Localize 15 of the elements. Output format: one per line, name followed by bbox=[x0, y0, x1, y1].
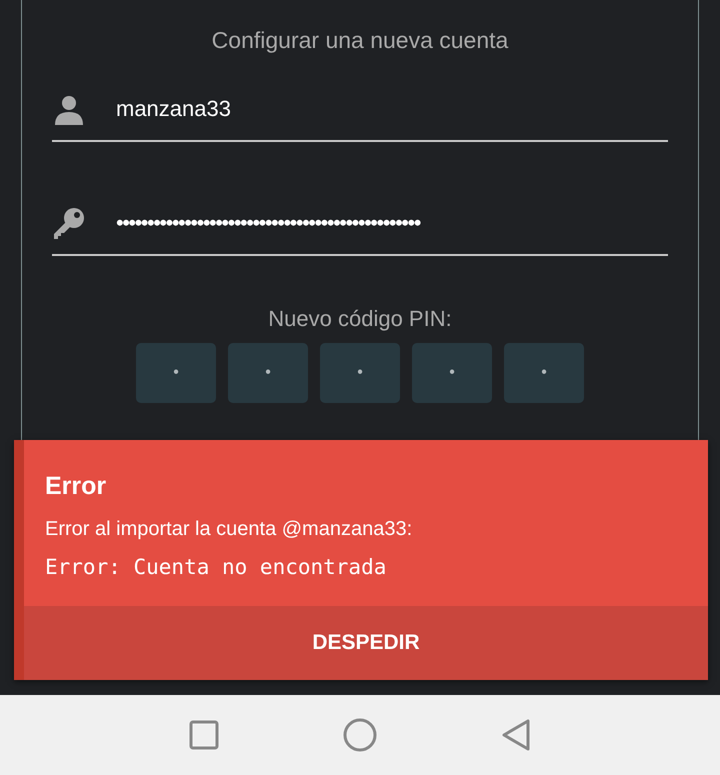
pin-digit-field[interactable]: • bbox=[320, 342, 400, 402]
key-icon bbox=[52, 206, 86, 240]
pin-digit-field[interactable]: • bbox=[228, 342, 308, 402]
error-message: Error al importar la cuenta @manzana33: bbox=[44, 516, 414, 542]
pin-digit-field[interactable]: • bbox=[412, 342, 492, 402]
pin-label: Nuevo código PIN: bbox=[267, 304, 453, 333]
dismiss-button[interactable]: DESPEDIR bbox=[24, 606, 708, 680]
username-field[interactable]: manzana33 bbox=[116, 92, 668, 125]
error-title: Error bbox=[44, 471, 108, 502]
form-title: Configurar una nueva cuenta bbox=[210, 26, 510, 55]
pin-digit-field[interactable]: • bbox=[136, 342, 216, 402]
pin-digit-field[interactable]: • bbox=[504, 342, 584, 402]
password-field[interactable]: ••••••••••••••••••••••••••••••••••••••••••••••••• bbox=[116, 206, 668, 239]
home-icon[interactable] bbox=[342, 717, 378, 753]
error-detail: Error: Cuenta no encontrada bbox=[44, 554, 388, 580]
